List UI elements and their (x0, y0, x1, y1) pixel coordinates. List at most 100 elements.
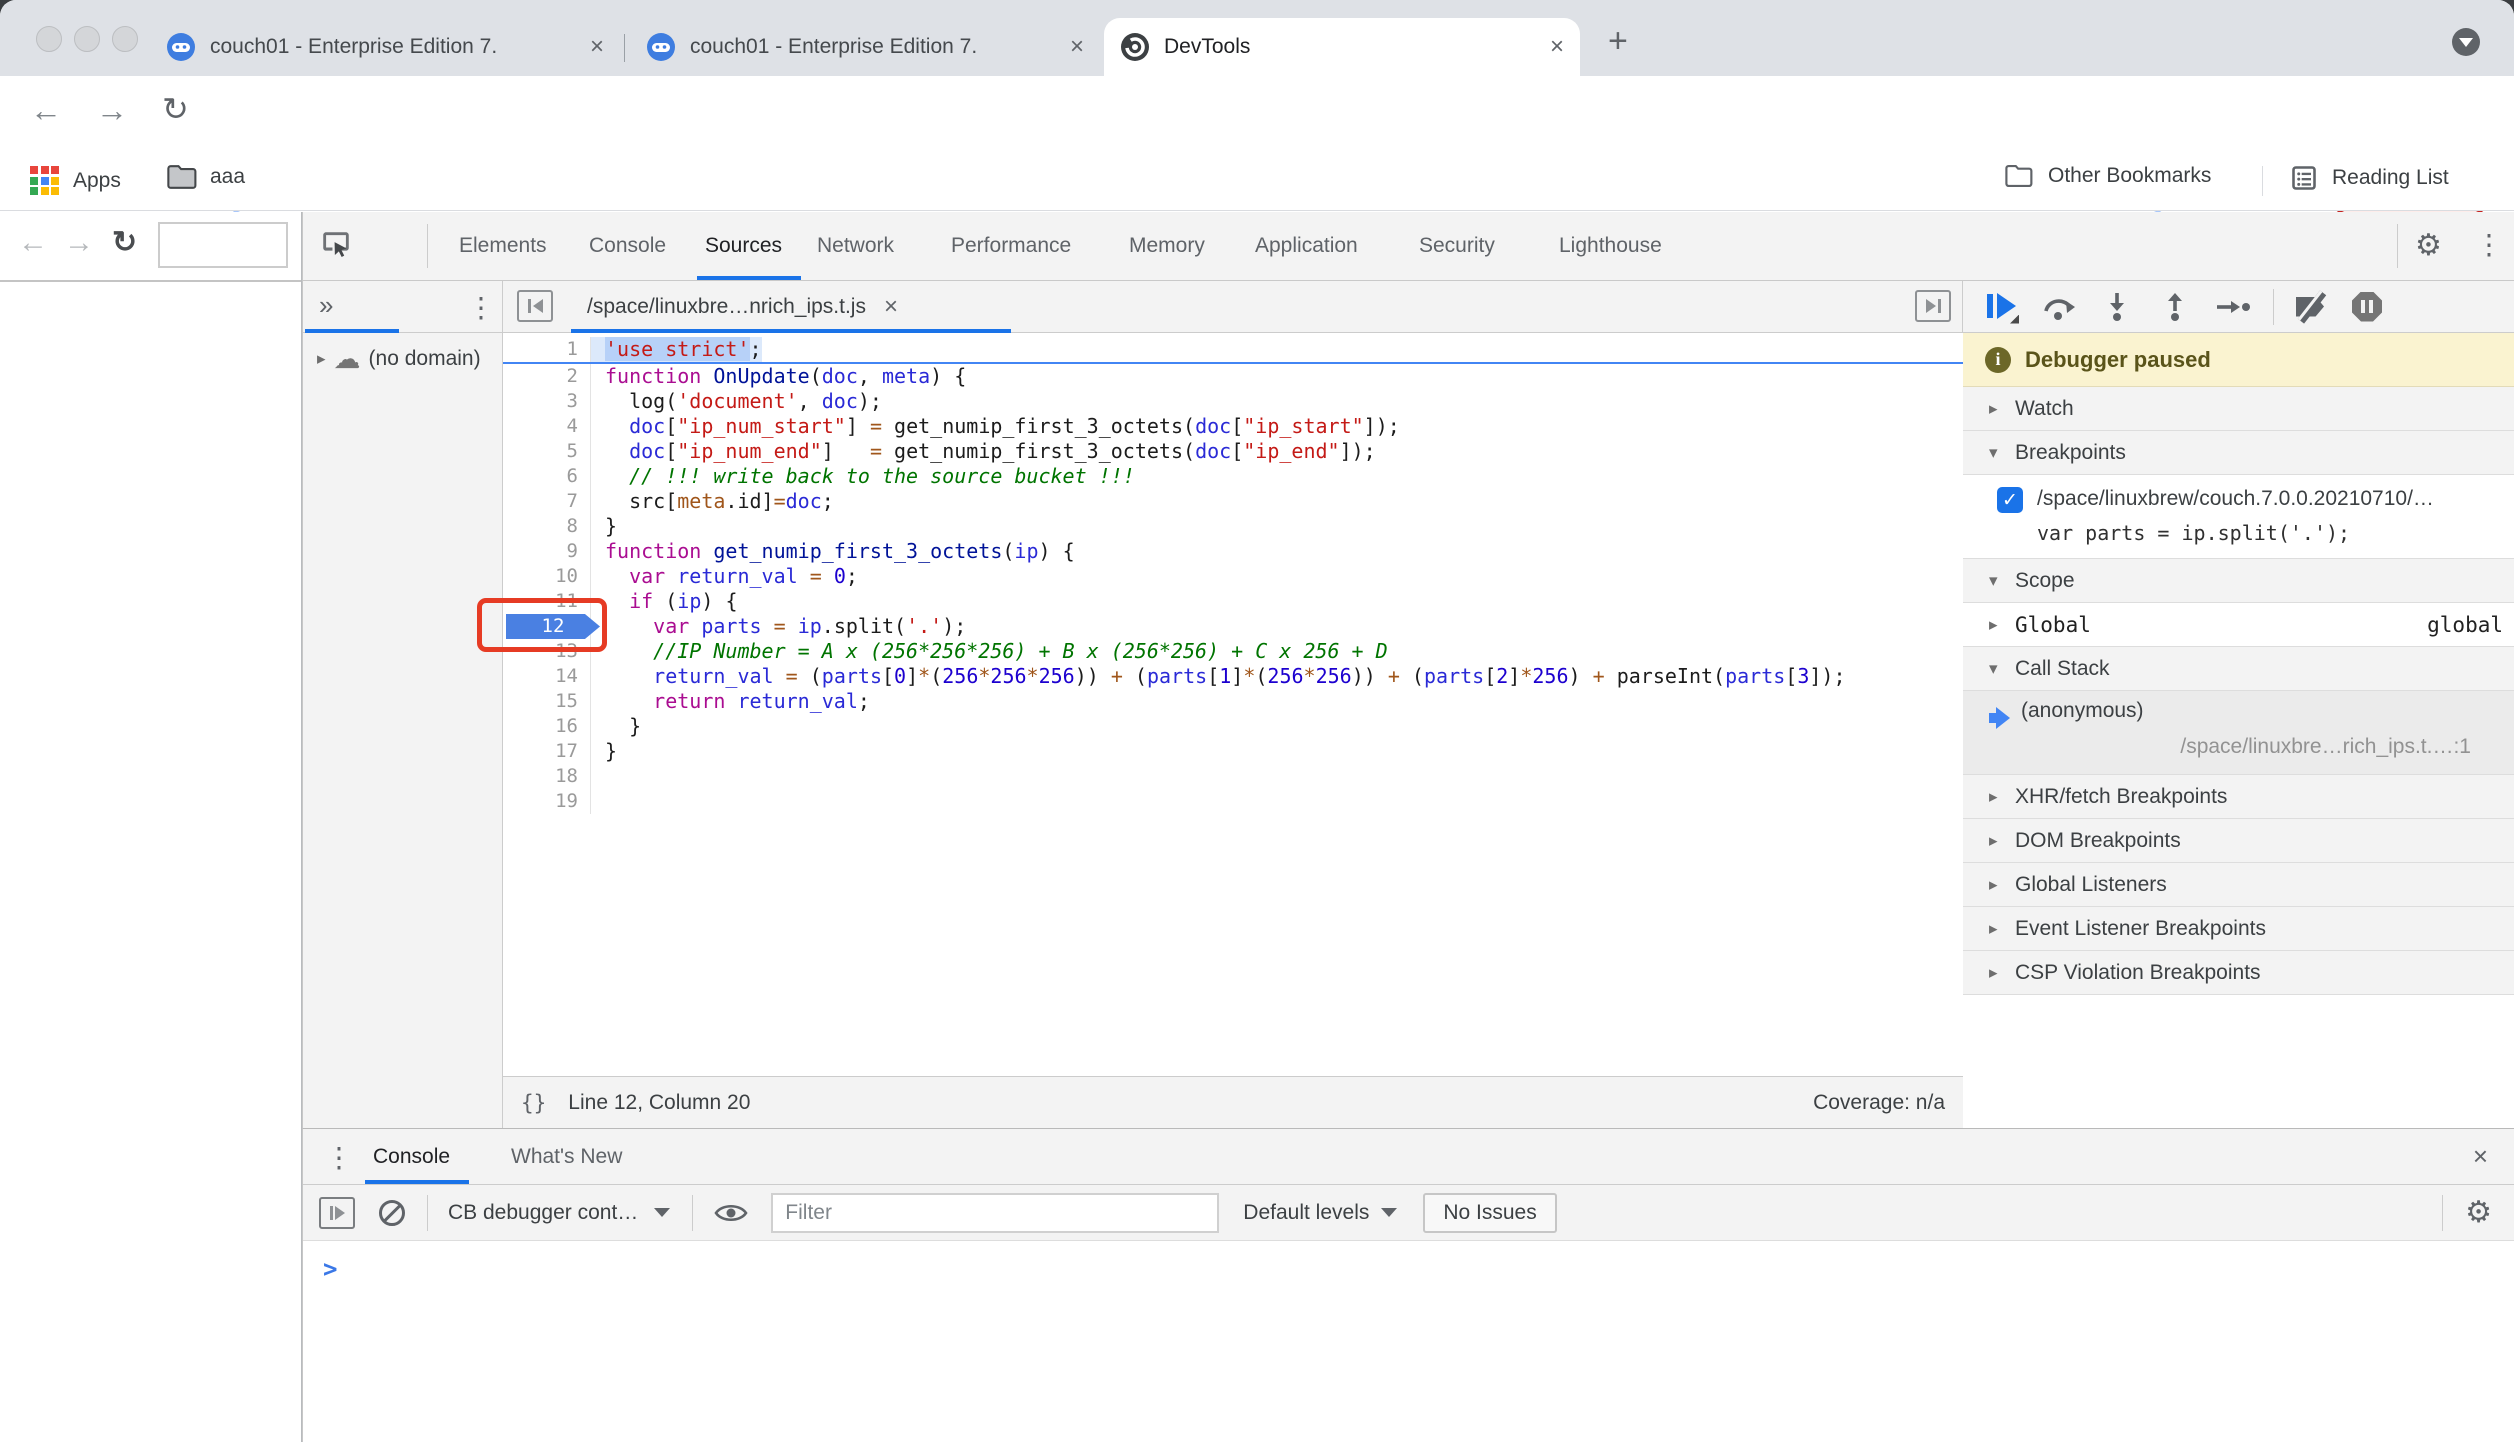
line-number[interactable]: 5 (503, 439, 591, 464)
breakpoint-checkbox[interactable]: ✓ (1997, 487, 2023, 513)
no-issues-button[interactable]: No Issues (1423, 1192, 1557, 1233)
line-number[interactable]: 19 (503, 789, 591, 814)
code-text[interactable]: if (ip) { (591, 589, 737, 614)
line-number[interactable]: 1 (503, 337, 591, 362)
line-number[interactable]: 3 (503, 389, 591, 414)
code-text[interactable]: function get_numip_first_3_octets(ip) { (591, 539, 1075, 564)
code-text[interactable]: //IP Number = A x (256*256*256) + B x (2… (591, 639, 1388, 664)
drawer-tab-whats-new[interactable]: What's New (511, 1129, 622, 1184)
browser-tab-devtools[interactable]: DevTools × (1104, 18, 1580, 76)
panel-tab-elements[interactable]: Elements (459, 212, 547, 280)
section-dom-breakpoints[interactable]: ▸ DOM Breakpoints (1963, 819, 2514, 863)
panel-tab-security[interactable]: Security (1419, 212, 1495, 280)
code-line-17[interactable]: 17} (503, 739, 1963, 764)
code-line-7[interactable]: 7 src[meta.id]=doc; (503, 489, 1963, 514)
code-text[interactable]: } (591, 714, 641, 739)
code-text[interactable]: function OnUpdate(doc, meta) { (591, 364, 966, 389)
collapse-arrow-icon[interactable]: ▸ (1989, 831, 2007, 851)
collapse-arrow-icon[interactable]: ▸ (1989, 875, 2007, 895)
code-line-8[interactable]: 8} (503, 514, 1963, 539)
line-number[interactable]: 8 (503, 514, 591, 539)
collapse-arrow-icon[interactable]: ▾ (1989, 659, 2007, 679)
line-number[interactable]: 4 (503, 414, 591, 439)
collapse-arrow-icon[interactable]: ▾ (1989, 571, 2007, 591)
section-breakpoints[interactable]: ▾ Breakpoints (1963, 431, 2514, 475)
code-text[interactable]: src[meta.id]=doc; (591, 489, 834, 514)
code-line-9[interactable]: 9 function get_numip_first_3_octets(ip) { (503, 539, 1963, 564)
code-text[interactable]: doc["ip_num_start"] = get_numip_first_3_… (591, 414, 1400, 439)
code-text[interactable] (591, 789, 605, 814)
code-line-13[interactable]: 13 //IP Number = A x (256*256*256) + B x… (503, 639, 1963, 664)
code-line-2[interactable]: 2 function OnUpdate(doc, meta) { (503, 364, 1963, 389)
other-bookmarks[interactable]: Other Bookmarks (2004, 164, 2211, 188)
window-zoom-button[interactable] (112, 26, 138, 52)
back-icon[interactable]: ← (30, 92, 62, 129)
resume-script-icon[interactable] (1985, 292, 2019, 324)
code-line-16[interactable]: 16 } (503, 714, 1963, 739)
panel-tab-sources[interactable]: Sources (705, 212, 782, 280)
tab-close-icon[interactable]: × (590, 33, 604, 61)
panel-tab-console[interactable]: Console (589, 212, 666, 280)
screencast-back-icon[interactable]: ← (18, 226, 48, 260)
section-scope[interactable]: ▾ Scope (1963, 559, 2514, 603)
panel-tab-performance[interactable]: Performance (951, 212, 1071, 280)
code-line-10[interactable]: 10 var return_val = 0; (503, 564, 1963, 589)
screencast-reload-icon[interactable]: ↻ (112, 225, 137, 260)
pause-on-exceptions-icon[interactable] (2352, 291, 2382, 322)
expand-arrow-icon[interactable]: ▸ (1989, 615, 2007, 635)
code-line-4[interactable]: 4 doc["ip_num_start"] = get_numip_first_… (503, 414, 1963, 439)
section-xhr-breakpoints[interactable]: ▸ XHR/fetch Breakpoints (1963, 775, 2514, 819)
line-number[interactable]: 10 (503, 564, 591, 589)
step-out-icon[interactable] (2157, 292, 2193, 322)
bookmark-folder-aaa[interactable]: aaa (166, 164, 245, 190)
code-text[interactable]: } (591, 514, 617, 539)
panel-tab-application[interactable]: Application (1255, 212, 1358, 280)
tab-search-icon[interactable] (2452, 28, 2480, 56)
code-text[interactable] (591, 764, 605, 789)
screencast-viewport[interactable] (0, 282, 301, 1442)
more-tabs-icon[interactable]: » (319, 290, 333, 321)
section-event-listener-breakpoints[interactable]: ▸ Event Listener Breakpoints (1963, 907, 2514, 951)
code-line-5[interactable]: 5 doc["ip_num_end"] = get_numip_first_3_… (503, 439, 1963, 464)
apps-shortcut[interactable]: Apps (30, 166, 121, 195)
inspect-element-icon[interactable] (319, 228, 353, 262)
breakpoint-entry[interactable]: ✓ /space/linuxbrew/couch.7.0.0.20210710/… (1963, 475, 2514, 559)
screencast-forward-icon[interactable]: → (64, 226, 94, 260)
line-number[interactable]: 15 (503, 689, 591, 714)
context-dropdown-icon[interactable] (654, 1208, 671, 1217)
tab-close-icon[interactable]: × (1550, 33, 1564, 61)
panel-tab-lighthouse[interactable]: Lighthouse (1559, 212, 1662, 280)
navigator-menu-icon[interactable]: ⋮ (467, 291, 495, 324)
drawer-tab-console[interactable]: Console (373, 1129, 450, 1184)
code-text[interactable]: log('document', doc); (591, 389, 882, 414)
line-number[interactable]: 14 (503, 664, 591, 689)
code-line-15[interactable]: 15 return return_val; (503, 689, 1963, 714)
file-tab-close-icon[interactable]: × (884, 293, 898, 321)
code-line-18[interactable]: 18 (503, 764, 1963, 789)
forward-icon[interactable]: → (96, 92, 128, 129)
line-number[interactable]: 2 (503, 364, 591, 389)
line-number[interactable]: 6 (503, 464, 591, 489)
settings-gear-icon[interactable]: ⚙ (2415, 228, 2442, 263)
line-number[interactable]: 18 (503, 764, 591, 789)
deactivate-breakpoints-icon[interactable] (2296, 289, 2330, 324)
show-debugger-panel-icon[interactable] (1915, 290, 1951, 322)
browser-tab-2[interactable]: couch01 - Enterprise Edition 7. × (630, 18, 1100, 76)
code-text[interactable]: 'use strict'; (591, 337, 762, 362)
code-text[interactable]: var return_val = 0; (591, 564, 858, 589)
panel-tab-network[interactable]: Network (817, 212, 894, 280)
section-global-listeners[interactable]: ▸ Global Listeners (1963, 863, 2514, 907)
collapse-arrow-icon[interactable]: ▸ (1989, 399, 2007, 419)
code-text[interactable]: } (591, 739, 617, 764)
console-settings-gear-icon[interactable]: ⚙ (2465, 1195, 2492, 1230)
reload-icon[interactable]: ↻ (162, 90, 189, 128)
new-tab-button[interactable]: + (1608, 22, 1628, 61)
hide-navigator-icon[interactable] (517, 290, 553, 322)
line-number[interactable]: 16 (503, 714, 591, 739)
drawer-menu-icon[interactable]: ⋮ (325, 1141, 353, 1174)
code-text[interactable]: // !!! write back to the source bucket !… (591, 464, 1135, 489)
navigator-tree-item[interactable]: ▸ ☁ (no domain) (303, 339, 502, 379)
section-csp-breakpoints[interactable]: ▸ CSP Violation Breakpoints (1963, 951, 2514, 995)
code-text[interactable]: doc["ip_num_end"] = get_numip_first_3_oc… (591, 439, 1376, 464)
live-expression-eye-icon[interactable] (713, 1200, 749, 1226)
